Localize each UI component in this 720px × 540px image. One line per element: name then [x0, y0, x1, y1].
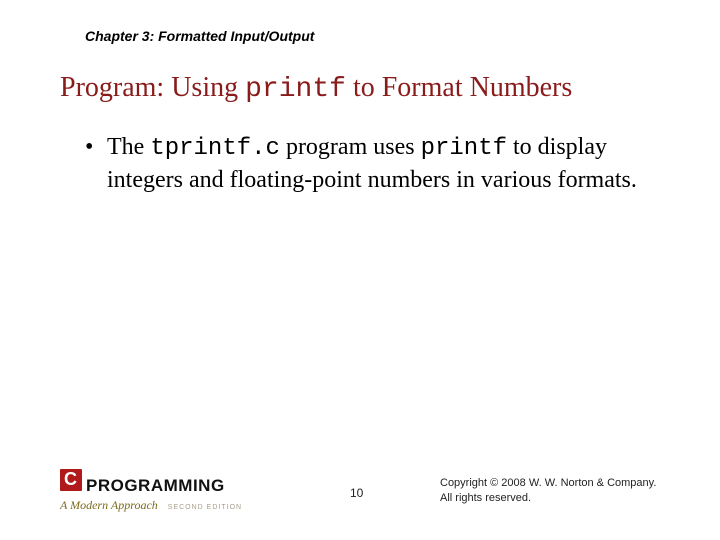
copyright: Copyright © 2008 W. W. Norton & Company.…: [440, 476, 656, 506]
slide: Chapter 3: Formatted Input/Output Progra…: [0, 0, 720, 540]
logo-edition: SECOND EDITION: [168, 504, 242, 511]
logo-row: PROGRAMMING: [60, 469, 242, 496]
bullet-seg1: The: [107, 134, 150, 160]
bullet-code2: printf: [421, 135, 507, 162]
logo-subline: A Modern Approach SECOND EDITION: [60, 496, 242, 514]
copyright-line1: Copyright © 2008 W. W. Norton & Company.: [440, 476, 656, 491]
title-code: printf: [245, 74, 346, 105]
page-number: 10: [350, 486, 363, 500]
bullet-item: • The tprintf.c program uses printf to d…: [85, 132, 650, 195]
bullet-dot: •: [85, 132, 107, 195]
bullet-seg2: program uses: [280, 134, 421, 160]
logo-word: PROGRAMMING: [86, 476, 225, 496]
body-text: • The tprintf.c program uses printf to d…: [85, 132, 650, 195]
copyright-line2: All rights reserved.: [440, 491, 656, 506]
logo-c-icon: [60, 469, 82, 491]
logo-subtitle: A Modern Approach: [60, 498, 158, 512]
title-pre: Program: Using: [60, 72, 245, 103]
bullet-code1: tprintf.c: [150, 135, 280, 162]
title-post: to Format Numbers: [346, 72, 572, 103]
bullet-text: The tprintf.c program uses printf to dis…: [107, 132, 650, 195]
book-logo: PROGRAMMING A Modern Approach SECOND EDI…: [60, 469, 242, 514]
footer: PROGRAMMING A Modern Approach SECOND EDI…: [60, 468, 690, 514]
chapter-label: Chapter 3: Formatted Input/Output: [85, 28, 314, 44]
slide-title: Program: Using printf to Format Numbers: [60, 72, 572, 105]
